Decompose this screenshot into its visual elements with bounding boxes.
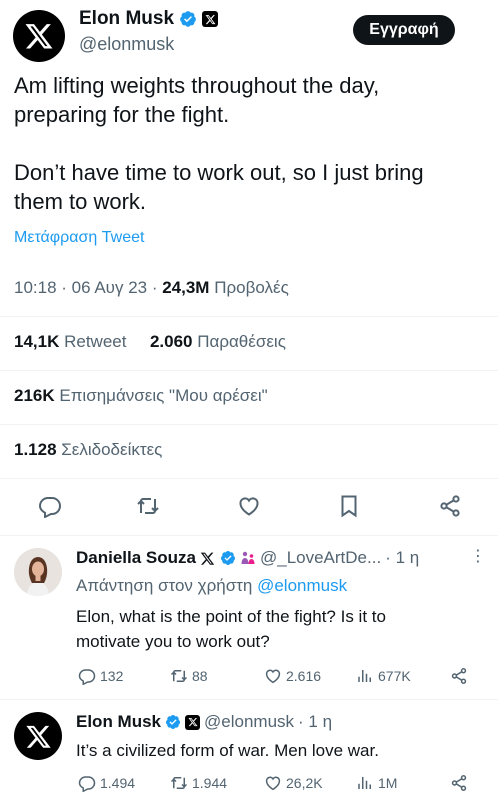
- views-count: 1M: [378, 775, 398, 791]
- more-icon[interactable]: ⋮: [470, 546, 486, 566]
- share-icon: [451, 668, 467, 684]
- views-icon: [358, 670, 371, 682]
- like-button[interactable]: [237, 494, 261, 518]
- tweet-meta: 10:18 · 06 Αυγ 23 · 24,3M Προβολές: [14, 278, 289, 298]
- like-icon: [265, 669, 281, 684]
- tweet-line: them to work.: [14, 189, 147, 214]
- retweet-icon: [170, 777, 188, 789]
- translate-link[interactable]: Μετάφραση Tweet: [14, 229, 144, 247]
- views-label: Προβολές: [209, 278, 289, 297]
- reply-icon: [78, 669, 96, 685]
- retweets-stat[interactable]: 14,1K Retweet: [14, 332, 126, 351]
- divider: [0, 316, 498, 317]
- x-logo-icon: [25, 24, 53, 49]
- x-logo-icon: [25, 725, 51, 748]
- verified-badge-icon: [165, 714, 181, 730]
- reply-text: It’s a civilized form of war. Men love w…: [76, 738, 486, 763]
- bookmark-icon: [341, 495, 357, 518]
- verified-badge-icon: [179, 10, 197, 28]
- reply-time[interactable]: · 1 η: [298, 712, 332, 732]
- retweets-label: Retweet: [59, 332, 127, 351]
- views-count: 677K: [378, 668, 411, 684]
- x-affiliate-icon: [202, 11, 219, 27]
- like-button[interactable]: 2.616: [264, 667, 321, 685]
- like-icon: [265, 776, 281, 791]
- avatar[interactable]: [14, 712, 62, 760]
- avatar[interactable]: [14, 548, 62, 596]
- reply-count: 132: [100, 668, 124, 684]
- reply-line: It’s a civilized form of war. Men love w…: [76, 741, 379, 760]
- divider: [0, 424, 498, 425]
- quotes-stat[interactable]: 2.060 Παραθέσεις: [150, 332, 286, 351]
- views-button[interactable]: 677K: [356, 667, 411, 685]
- share-button[interactable]: [450, 774, 472, 792]
- reply-button[interactable]: 132: [78, 667, 123, 685]
- tweet-line: preparing for the fight.: [14, 102, 230, 127]
- divider: [0, 478, 498, 479]
- reply-text: Elon, what is the point of the fight? Is…: [76, 604, 486, 654]
- share-button[interactable]: [438, 494, 462, 518]
- retweet-icon: [170, 670, 188, 682]
- divider: [0, 535, 498, 536]
- engagement-row: 14,1K Retweet 2.060 Παραθέσεις: [14, 332, 286, 352]
- bookmarks-label: Σελιδοδείκτες: [56, 440, 163, 459]
- reply-time[interactable]: · 1 η: [385, 548, 419, 568]
- replying-to: Απάντηση στον χρήστη @elonmusk: [76, 576, 347, 596]
- author-name[interactable]: Elon Musk: [79, 8, 174, 30]
- likes-label: Επισημάνσεις "Μου αρέσει": [54, 386, 268, 405]
- quotes-label: Παραθέσεις: [192, 332, 286, 351]
- reply-author-name[interactable]: Daniella Souza: [76, 548, 196, 568]
- retweet-button[interactable]: 88: [170, 667, 208, 685]
- views-icon: [358, 777, 371, 789]
- author-handle[interactable]: @elonmusk: [79, 34, 174, 55]
- signup-button[interactable]: Εγγραφή: [353, 15, 455, 45]
- likes-stat[interactable]: 216K Επισημάνσεις "Μου αρέσει": [14, 386, 268, 406]
- tweet-line: Am lifting weights throughout the day,: [14, 73, 380, 98]
- replying-to-label: Απάντηση στον χρήστη: [76, 576, 258, 595]
- retweets-count: 14,1K: [14, 332, 60, 351]
- replying-to-handle[interactable]: @elonmusk: [257, 576, 347, 595]
- reply-button[interactable]: [38, 494, 62, 518]
- verified-badge-icon: [220, 550, 236, 566]
- x-premium-icon: [200, 550, 216, 566]
- reply-line: motivate you to work out?: [76, 632, 270, 651]
- views-button[interactable]: 1M: [356, 774, 397, 792]
- reply-count: 1.494: [100, 775, 136, 791]
- tweet-time[interactable]: 10:18 · 06 Αυγ 23 ·: [14, 278, 162, 297]
- reply-icon: [38, 497, 62, 518]
- share-icon: [451, 775, 467, 791]
- likes-count: 216K: [14, 386, 55, 405]
- x-affiliate-icon: [185, 714, 201, 730]
- reply-icon: [78, 776, 96, 792]
- share-button[interactable]: [450, 667, 472, 685]
- retweet-icon: [137, 498, 159, 514]
- tweet-text: Am lifting weights throughout the day, p…: [14, 71, 484, 216]
- like-count: 2.616: [286, 668, 322, 684]
- retweet-button[interactable]: 1.944: [170, 774, 227, 792]
- share-icon: [440, 495, 460, 517]
- avatar[interactable]: [13, 10, 65, 62]
- bookmarks-stat[interactable]: 1.128 Σελιδοδείκτες: [14, 440, 162, 460]
- emoji-badge-icon: [240, 550, 256, 566]
- reply-author-handle[interactable]: @_LoveArtDe...: [260, 548, 381, 568]
- like-button[interactable]: 26,2K: [264, 774, 323, 792]
- reply-button[interactable]: 1.494: [78, 774, 135, 792]
- quotes-count: 2.060: [149, 332, 193, 351]
- bookmarks-count: 1.128: [14, 440, 57, 459]
- reply-author-handle[interactable]: @elonmusk: [204, 712, 294, 732]
- divider: [0, 699, 498, 700]
- tweet-line: Don’t have time to work out, so I just b…: [14, 160, 424, 185]
- divider: [0, 370, 498, 371]
- retweet-button[interactable]: [136, 494, 160, 518]
- retweet-count: 1.944: [192, 775, 228, 791]
- retweet-count: 88: [192, 668, 208, 684]
- reply-line: Elon, what is the point of the fight? Is…: [76, 607, 386, 626]
- profile-photo-icon: [14, 548, 62, 596]
- like-count: 26,2K: [286, 775, 323, 791]
- views-count: 24,3M: [162, 278, 210, 297]
- reply-author-name[interactable]: Elon Musk: [76, 712, 161, 732]
- like-icon: [239, 497, 259, 516]
- bookmark-button[interactable]: [337, 494, 361, 518]
